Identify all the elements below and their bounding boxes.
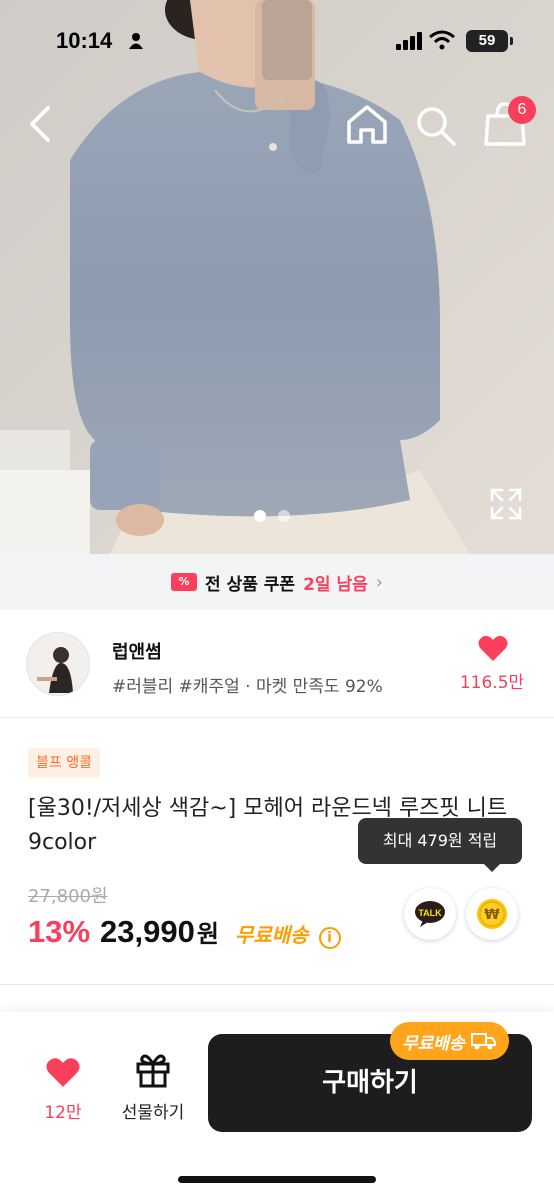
search-icon xyxy=(417,107,456,146)
avatar-image xyxy=(27,633,89,695)
person-icon xyxy=(129,33,143,49)
shop-tags: #러블리 #캐주얼 · 마켓 만족도 92% xyxy=(112,677,383,697)
carousel-dot xyxy=(278,510,290,522)
coupon-label: 전 상품 쿠폰 xyxy=(205,574,296,595)
promo-badge: 블프 앵콜 xyxy=(28,748,100,778)
original-price: 27,800원 xyxy=(28,886,108,907)
reward-tooltip: 최대 479원 적립 xyxy=(358,818,522,872)
coupon-icon: % xyxy=(171,573,198,591)
svg-text:TALK: TALK xyxy=(418,908,442,918)
like-count: 12만 xyxy=(44,1103,82,1123)
truck-icon xyxy=(470,1033,496,1050)
carousel-indicator xyxy=(254,510,290,522)
free-shipping-pill-label: 무료배송 xyxy=(402,1033,465,1054)
wifi-icon xyxy=(429,30,455,50)
back-button[interactable] xyxy=(22,102,62,146)
info-icon[interactable]: i xyxy=(318,927,341,949)
cart-count-badge: 6 xyxy=(508,96,536,124)
cellular-signal-icon xyxy=(396,32,422,50)
search-button[interactable] xyxy=(412,102,458,148)
price-unit: 원 xyxy=(196,920,219,948)
like-button[interactable]: 12만 xyxy=(28,1052,98,1126)
gift-label: 선물하기 xyxy=(121,1103,185,1123)
expand-icon[interactable] xyxy=(488,486,524,522)
status-time: 10:14 xyxy=(56,28,113,53)
coupon-remaining: 2일 남음 xyxy=(303,574,368,595)
heart-icon xyxy=(46,1058,80,1087)
bottom-action-bar: 12만 선물하기 구매하기 무료배송 xyxy=(0,1012,554,1200)
kakao-talk-button[interactable]: TALK xyxy=(404,888,456,940)
home-indicator[interactable] xyxy=(178,1176,376,1183)
home-icon xyxy=(347,105,387,144)
battery-indicator: 59 xyxy=(466,30,513,52)
carousel-dot-active xyxy=(254,510,266,522)
reward-button[interactable]: ₩ xyxy=(466,888,518,940)
free-shipping-pill: 무료배송 xyxy=(390,1022,509,1060)
gift-icon xyxy=(136,1054,170,1088)
divider xyxy=(0,984,554,985)
shop-info[interactable]: 럽앤썸 #러블리 #캐주얼 · 마켓 만족도 92% 116.5만 xyxy=(0,610,554,718)
svg-text:₩: ₩ xyxy=(484,907,500,923)
chevron-left-icon xyxy=(30,106,50,142)
gift-button[interactable]: 선물하기 xyxy=(112,1050,194,1126)
chevron-right-icon: › xyxy=(375,571,383,593)
shop-like-count: 116.5만 xyxy=(459,673,525,693)
discount-rate: 13% xyxy=(28,914,91,949)
home-button[interactable] xyxy=(344,102,390,148)
status-bar: 10:14 59 xyxy=(0,0,554,84)
free-shipping-label: 무료배송 xyxy=(234,923,309,947)
coupon-banner[interactable]: % 전 상품 쿠폰 2일 남음 › xyxy=(0,554,554,610)
price-row: 13% 23,990 원 무료배송 i xyxy=(28,914,341,950)
shop-avatar[interactable] xyxy=(26,632,90,696)
won-coin-icon: ₩ xyxy=(477,899,507,929)
talk-icon: TALK xyxy=(415,901,445,927)
shop-name[interactable]: 럽앤썸 xyxy=(112,638,162,664)
product-image-carousel[interactable]: 10:14 59 6 xyxy=(0,0,554,554)
sale-price: 23,990 xyxy=(100,914,195,949)
heart-icon[interactable] xyxy=(478,634,508,662)
